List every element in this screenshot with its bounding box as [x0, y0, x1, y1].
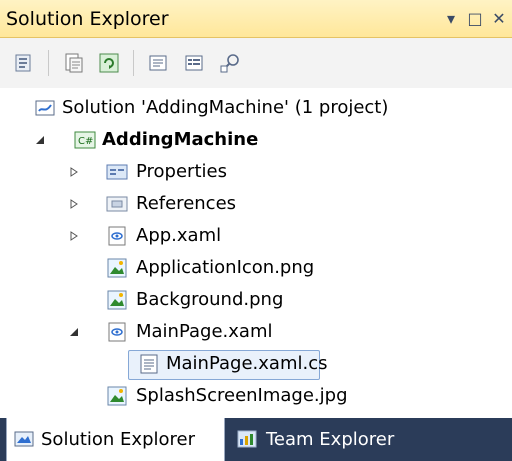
show-all-files-button[interactable] — [59, 49, 87, 77]
tree-row-mainpage-xaml[interactable]: MainPage.xaml — [0, 316, 512, 348]
tree-item-label: App.xaml — [136, 225, 222, 246]
expand-arrow-icon[interactable] — [66, 324, 82, 340]
tab-solution-explorer[interactable]: Solution Explorer — [6, 418, 225, 461]
solution-icon — [34, 97, 56, 119]
image-file-icon — [106, 257, 128, 279]
references-folder-icon — [106, 193, 128, 215]
maximize-icon[interactable]: □ — [466, 9, 484, 28]
tree-row-background[interactable]: Background.png — [0, 284, 512, 316]
tree-row-solution[interactable]: Solution 'AddingMachine' (1 project) — [0, 92, 512, 124]
dropdown-icon[interactable]: ▾ — [442, 9, 460, 28]
csharp-file-icon — [138, 353, 160, 375]
toolbar-separator-2 — [133, 50, 134, 76]
svg-text:C#: C# — [78, 136, 93, 147]
tab-label: Team Explorer — [266, 429, 395, 450]
image-file-icon — [106, 385, 128, 407]
refresh-icon — [99, 53, 119, 73]
show-all-files-icon — [65, 53, 83, 73]
tree-item-label: ApplicationIcon.png — [136, 257, 315, 278]
view-designer-button[interactable] — [180, 49, 208, 77]
title-buttons: ▾ □ ✕ — [442, 6, 508, 30]
solution-explorer-panel: Solution Explorer ▾ □ ✕ Solution 'Adding… — [0, 0, 512, 461]
solution-tree: Solution 'AddingMachine' (1 project) C# … — [0, 88, 512, 418]
close-icon[interactable]: ✕ — [490, 9, 508, 28]
collapsed-arrow-icon[interactable] — [66, 196, 82, 212]
tree-item-label: References — [136, 193, 237, 214]
panel-titlebar[interactable]: Solution Explorer ▾ □ ✕ — [0, 0, 512, 38]
tree-row-project[interactable]: C# AddingMachine — [0, 124, 512, 156]
bottom-tab-bar: Solution Explorer Team Explorer — [0, 418, 512, 461]
collapsed-arrow-icon[interactable] — [66, 164, 82, 180]
view-code-button[interactable] — [144, 49, 172, 77]
tree-row-references[interactable]: References — [0, 188, 512, 220]
expand-arrow-icon[interactable] — [32, 132, 48, 148]
xaml-file-icon — [106, 321, 128, 343]
project-label: AddingMachine — [102, 129, 259, 150]
team-explorer-tab-icon — [236, 428, 258, 450]
properties-folder-icon — [106, 161, 128, 183]
class-diagram-icon — [220, 54, 239, 73]
collapsed-arrow-icon[interactable] — [66, 228, 82, 244]
tree-row-mainpage-cs[interactable]: MainPage.xaml.cs — [0, 348, 512, 380]
properties-button[interactable] — [10, 49, 38, 77]
view-code-icon — [149, 55, 167, 71]
tree-item-label: Background.png — [136, 289, 284, 310]
tree-item-label: Properties — [136, 161, 227, 182]
solution-explorer-tab-icon — [13, 428, 35, 450]
tab-team-explorer[interactable]: Team Explorer — [226, 418, 466, 461]
toolbar — [0, 38, 512, 88]
tree-row-app-xaml[interactable]: App.xaml — [0, 220, 512, 252]
tree-item-label: MainPage.xaml — [136, 321, 273, 342]
tree-item-label: MainPage.xaml.cs — [166, 353, 328, 374]
class-diagram-button[interactable] — [216, 49, 244, 77]
tree-item-label: SplashScreenImage.jpg — [136, 385, 348, 406]
xaml-file-icon — [106, 225, 128, 247]
panel-title: Solution Explorer — [6, 8, 169, 30]
toolbar-separator — [48, 50, 49, 76]
tree-row-properties[interactable]: Properties — [0, 156, 512, 188]
refresh-button[interactable] — [95, 49, 123, 77]
view-designer-icon — [185, 55, 203, 71]
solution-label: Solution 'AddingMachine' (1 project) — [62, 97, 389, 118]
tree-row-splashscreen[interactable]: SplashScreenImage.jpg — [0, 380, 512, 412]
tab-label: Solution Explorer — [41, 429, 195, 450]
csharp-project-icon: C# — [74, 129, 96, 151]
image-file-icon — [106, 289, 128, 311]
tree-row-application-icon[interactable]: ApplicationIcon.png — [0, 252, 512, 284]
properties-icon — [15, 54, 31, 72]
